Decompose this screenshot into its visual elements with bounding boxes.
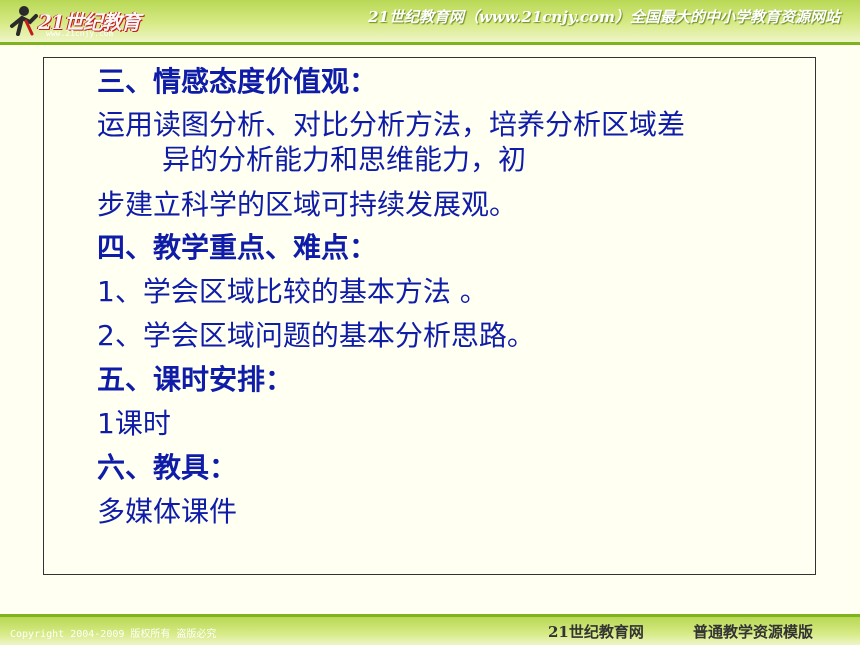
footer-template-label: 普通教学资源模版 (693, 623, 814, 641)
site-logo[interactable]: 21世纪教育 www.21cnjy.com (6, 4, 156, 40)
key-point-2: 2、学会区域问题的基本分析思路。 (97, 319, 535, 352)
attitude-text-line-1: 运用读图分析、对比分析方法，培养分析区域差 (97, 108, 686, 141)
section-heading-teaching-aids: 六、教具： (97, 451, 238, 484)
schedule-text: 1课时 (97, 407, 171, 440)
section-heading-key-points: 四、教学重点、难点： (97, 231, 378, 264)
attitude-text-line-2: 异的分析能力和思维能力，初 (162, 143, 527, 176)
site-tagline: 21世纪教育网（www.21cnjy.com）全国最大的中小学教育资源网站 (368, 8, 840, 26)
copyright-text: Copyright 2004-2009 版权所有 盗版必究 (10, 629, 217, 640)
header-banner: 21世纪教育 www.21cnjy.com 21世纪教育网（www.21cnjy… (0, 0, 860, 42)
section-heading-schedule: 五、课时安排： (97, 363, 294, 396)
logo-url: www.21cnjy.com (46, 29, 114, 38)
footer-banner: Copyright 2004-2009 版权所有 盗版必究 21世纪教育网 普通… (0, 617, 860, 645)
section-heading-attitudes: 三、情感态度价值观： (97, 65, 378, 98)
key-point-1: 1、学会区域比较的基本方法 。 (97, 275, 488, 308)
teaching-aids-text: 多媒体课件 (97, 495, 238, 528)
header-divider (0, 42, 860, 45)
running-figure-icon (10, 6, 38, 36)
content-box: 三、情感态度价值观： 运用读图分析、对比分析方法，培养分析区域差 异的分析能力和… (43, 57, 816, 575)
attitude-text-line-3: 步建立科学的区域可持续发展观。 (97, 188, 518, 221)
footer-brand[interactable]: 21世纪教育网 (548, 621, 644, 642)
